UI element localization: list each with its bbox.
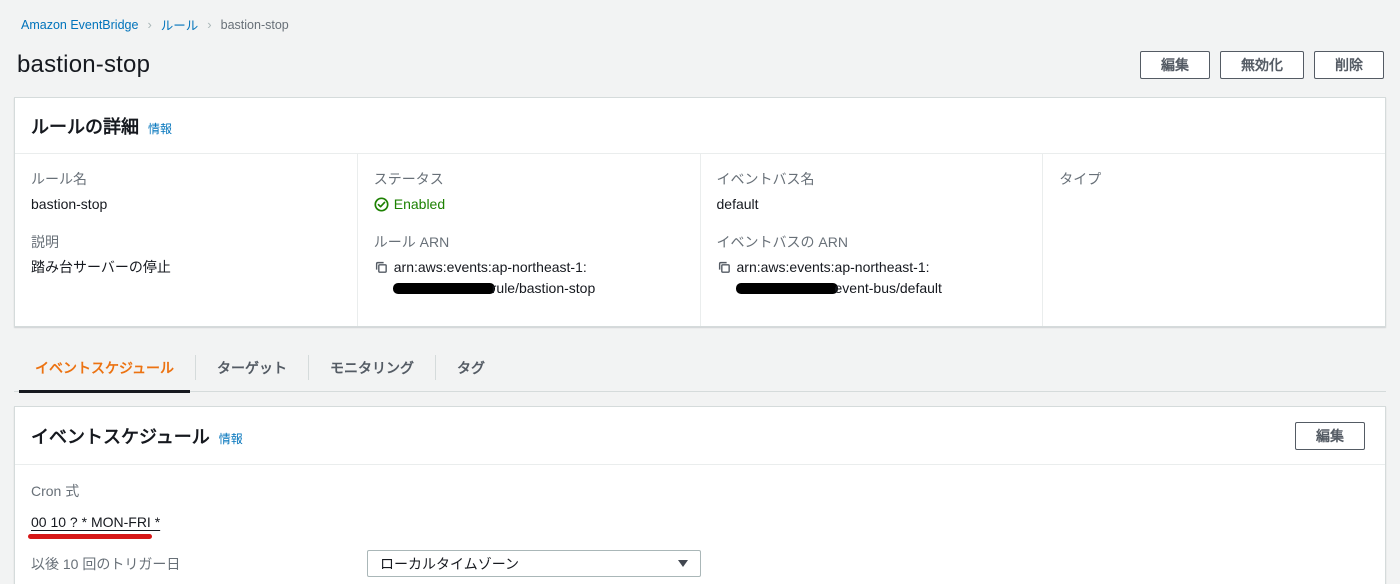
type-label: タイプ bbox=[1059, 171, 1102, 187]
details-column-3: イベントバス名 default イベントバスの ARN arn:aws:even… bbox=[699, 154, 1043, 326]
tab-monitoring[interactable]: モニタリング bbox=[309, 348, 435, 391]
page-title: bastion-stop bbox=[17, 51, 151, 78]
chevron-right-icon: › bbox=[207, 17, 212, 32]
status-badge: Enabled bbox=[374, 194, 680, 215]
page-actions: 編集 無効化 削除 bbox=[1140, 51, 1384, 79]
description-field: 説明 踏み台サーバーの停止 bbox=[31, 232, 337, 278]
delete-button[interactable]: 削除 bbox=[1314, 51, 1384, 79]
status-enabled-icon bbox=[374, 197, 389, 212]
event-schedule-title: イベントスケジュール bbox=[31, 427, 210, 447]
timezone-select-value: ローカルタイムゾーン bbox=[380, 555, 520, 572]
breadcrumb-rules-link[interactable]: ルール bbox=[161, 15, 199, 34]
breadcrumb-eventbridge-link[interactable]: Amazon EventBridge bbox=[21, 18, 138, 32]
cron-label: Cron 式 bbox=[31, 483, 80, 499]
rule-name-value: bastion-stop bbox=[31, 196, 108, 212]
event-bus-name-field: イベントバス名 default bbox=[717, 169, 1023, 215]
trigger-dates-label: 以後 10 回のトリガー日 bbox=[31, 555, 181, 572]
rule-details-title: ルールの詳細 bbox=[31, 117, 139, 137]
event-bus-arn-value: arn:aws:events:ap-northeast-1:event-bus/… bbox=[735, 259, 942, 296]
event-schedule-card: イベントスケジュール 情報 編集 Cron 式 00 10 ? * MON-FR… bbox=[14, 406, 1386, 584]
description-value: 踏み台サーバーの停止 bbox=[31, 259, 171, 275]
copy-icon[interactable] bbox=[717, 260, 731, 277]
breadcrumb: Amazon EventBridge › ルール › bastion-stop bbox=[0, 0, 1400, 34]
schedule-edit-button[interactable]: 編集 bbox=[1295, 422, 1365, 450]
details-column-2: ステータス Enabled ルール ARN arn:aws:events:ap-… bbox=[356, 154, 700, 326]
trigger-row: 以後 10 回のトリガー日 ローカルタイムゾーン bbox=[31, 550, 1365, 577]
event-schedule-header: イベントスケジュール 情報 編集 bbox=[15, 407, 1385, 465]
disable-button[interactable]: 無効化 bbox=[1220, 51, 1304, 79]
cron-expression: 00 10 ? * MON-FRI * bbox=[31, 514, 161, 530]
redaction-mark bbox=[735, 283, 838, 294]
event-bus-arn-field: イベントバスの ARN arn:aws:events:ap-northeast-… bbox=[717, 232, 1023, 299]
details-column-1: ルール名 bastion-stop 説明 踏み台サーバーの停止 bbox=[15, 154, 357, 326]
redaction-mark bbox=[392, 283, 495, 294]
chevron-right-icon: › bbox=[147, 17, 152, 32]
event-bus-name-label: イベントバス名 bbox=[716, 171, 815, 187]
event-bus-name-value: default bbox=[716, 196, 759, 212]
tab-event-schedule[interactable]: イベントスケジュール bbox=[14, 348, 195, 393]
tab-tags[interactable]: タグ bbox=[436, 348, 506, 391]
status-label: ステータス bbox=[373, 171, 444, 187]
edit-button[interactable]: 編集 bbox=[1140, 51, 1210, 79]
rule-details-card: ルールの詳細 情報 ルール名 bastion-stop 説明 踏み台サーバーの停… bbox=[14, 97, 1386, 327]
rule-arn-label: ルール ARN bbox=[373, 234, 450, 250]
type-field: タイプ bbox=[1059, 169, 1365, 189]
rule-details-body: ルール名 bastion-stop 説明 踏み台サーバーの停止 ステータス En… bbox=[15, 154, 1385, 326]
page-header: bastion-stop 編集 無効化 削除 bbox=[0, 34, 1400, 97]
description-label: 説明 bbox=[31, 234, 59, 250]
caret-down-icon bbox=[678, 560, 688, 567]
rule-arn-field: ルール ARN arn:aws:events:ap-northeast-1:ru… bbox=[374, 232, 680, 299]
status-field: ステータス Enabled bbox=[374, 169, 680, 215]
tab-bar: イベントスケジュール ターゲット モニタリング タグ bbox=[14, 348, 1386, 393]
details-column-4: タイプ bbox=[1042, 154, 1385, 326]
rule-name-label: ルール名 bbox=[31, 171, 87, 187]
event-schedule-body: Cron 式 00 10 ? * MON-FRI * 以後 10 回のトリガー日… bbox=[15, 465, 1385, 584]
event-bus-arn-label: イベントバスの ARN bbox=[716, 234, 848, 250]
rule-details-header: ルールの詳細 情報 bbox=[15, 98, 1385, 154]
timezone-select[interactable]: ローカルタイムゾーン bbox=[367, 550, 701, 577]
rule-arn-value: arn:aws:events:ap-northeast-1:rule/basti… bbox=[392, 259, 596, 296]
breadcrumb-current: bastion-stop bbox=[220, 17, 289, 32]
copy-icon[interactable] bbox=[374, 260, 388, 277]
tab-targets[interactable]: ターゲット bbox=[196, 348, 308, 391]
status-text: Enabled bbox=[393, 196, 446, 212]
red-underline-annotation bbox=[28, 534, 152, 539]
rule-name-field: ルール名 bastion-stop bbox=[31, 169, 337, 215]
event-schedule-info-link[interactable]: 情報 bbox=[219, 430, 243, 447]
rule-details-info-link[interactable]: 情報 bbox=[148, 120, 172, 137]
